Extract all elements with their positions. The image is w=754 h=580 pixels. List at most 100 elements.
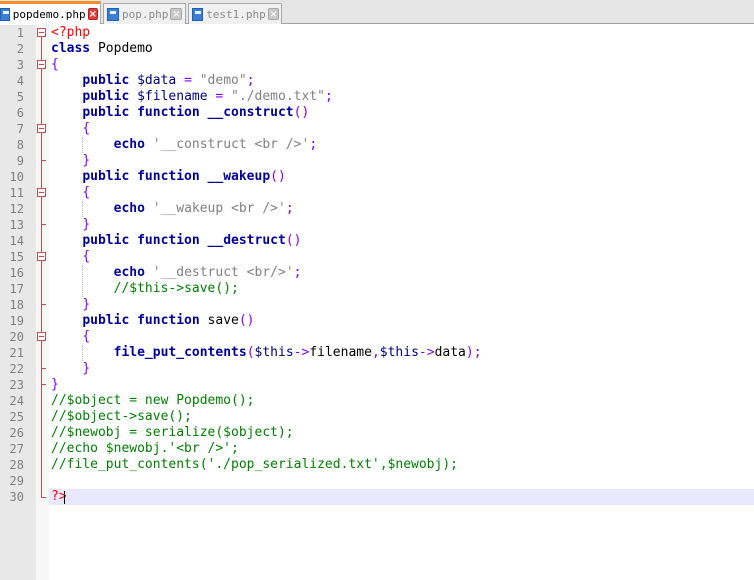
code-line: { <box>51 185 90 201</box>
code-line: { <box>51 249 90 265</box>
code-line: echo '__wakeup <br />'; <box>51 201 294 217</box>
code-line: //$object = new Popdemo(); <box>51 393 255 409</box>
variable: $data <box>129 73 177 88</box>
code-line: <?php <box>51 25 90 41</box>
code-line: //echo $newobj.'<br />'; <box>51 441 239 457</box>
tab-test1-php[interactable]: test1.php × <box>188 3 282 24</box>
operator: () <box>238 313 255 328</box>
tab-popdemo-php[interactable]: popdemo.php × <box>0 1 101 24</box>
fold-toggle-icon[interactable] <box>37 188 46 197</box>
function-name: __destruct <box>199 233 286 248</box>
code-line: class Popdemo <box>51 41 153 57</box>
line-number: 13 <box>9 218 24 232</box>
line-number: 20 <box>9 330 24 344</box>
operator: ; <box>309 137 318 152</box>
line-number: 19 <box>9 314 24 328</box>
line-number: 16 <box>9 266 24 280</box>
fold-end-tick <box>41 384 46 385</box>
function-name: save <box>199 313 239 328</box>
comment: //$object = new Popdemo(); <box>51 393 255 408</box>
operator: = <box>176 73 200 88</box>
property: filename <box>309 345 372 360</box>
function-call: file_put_contents <box>113 345 247 360</box>
line-number: 9 <box>16 154 24 168</box>
keyword: public function <box>82 313 200 328</box>
operator: ; <box>246 73 255 88</box>
code-line: { <box>51 121 90 137</box>
operator: -> <box>418 345 435 360</box>
php-open-tag: <?php <box>51 25 91 40</box>
operator: = <box>207 89 232 104</box>
comment: //echo $newobj.'<br />'; <box>51 441 239 456</box>
function-name: __wakeup <box>199 169 271 184</box>
line-number: 2 <box>16 42 24 56</box>
tab-bar: popdemo.php × pop.php × test1.php × <box>0 0 754 24</box>
comment: //file_put_contents('./pop_serialized.tx… <box>51 457 458 472</box>
line-number: 22 <box>9 362 24 376</box>
fold-toggle-icon[interactable] <box>37 124 46 133</box>
fold-end-tick <box>41 304 46 305</box>
class-name: Popdemo <box>90 41 153 56</box>
keyword: public function <box>82 169 200 184</box>
comment: //$object->save(); <box>51 409 192 424</box>
current-line-highlight <box>49 489 754 505</box>
code-line: echo '__destruct <br/>'; <box>51 265 302 281</box>
file-icon <box>192 7 204 21</box>
code-line: public function save() <box>51 313 255 329</box>
brace: { <box>51 57 59 72</box>
operator: ; <box>285 201 294 216</box>
line-number: 3 <box>16 58 24 72</box>
fold-toggle-icon[interactable] <box>37 60 46 69</box>
line-number: 10 <box>9 170 24 184</box>
code-line: public $data = "demo"; <box>51 73 255 89</box>
code-line: file_put_contents($this->filename,$this-… <box>51 345 482 361</box>
code-line: { <box>51 329 90 345</box>
fold-toggle-icon[interactable] <box>37 252 46 261</box>
brace: { <box>82 121 91 136</box>
variable: $this <box>254 345 294 360</box>
line-number: 15 <box>9 250 24 264</box>
tab-label: pop.php <box>122 7 169 21</box>
line-number: 26 <box>9 426 24 440</box>
line-number: 30 <box>9 490 24 504</box>
line-number: 8 <box>16 138 24 152</box>
line-number: 29 <box>9 474 24 488</box>
fold-line <box>41 37 42 497</box>
fold-toggle-icon[interactable] <box>37 28 46 37</box>
fold-end-tick <box>41 497 46 498</box>
line-number: 17 <box>9 282 24 296</box>
line-number: 11 <box>9 186 24 200</box>
brace: { <box>82 249 91 264</box>
line-number: 24 <box>9 394 24 408</box>
keyword: public function <box>82 105 200 120</box>
variable: $filename <box>129 89 208 104</box>
close-icon[interactable]: × <box>267 8 279 20</box>
string: '__wakeup <br />' <box>144 201 286 216</box>
code-line: } <box>51 361 90 377</box>
line-number: 28 <box>9 458 24 472</box>
code-line: //$newobj = serialize($object); <box>51 425 294 441</box>
code-line: echo '__construct <br />'; <box>51 137 318 153</box>
brace: } <box>82 217 91 232</box>
operator: ( <box>246 345 255 360</box>
code-line: } <box>51 377 59 393</box>
code-line: { <box>51 57 59 73</box>
keyword: public <box>82 73 130 88</box>
operator: () <box>270 169 286 184</box>
file-icon <box>107 7 119 21</box>
brace: { <box>82 185 91 200</box>
fold-toggle-icon[interactable] <box>37 332 46 341</box>
close-icon[interactable]: × <box>170 8 183 20</box>
line-number: 5 <box>16 90 24 104</box>
tab-pop-php[interactable]: pop.php × <box>103 3 186 24</box>
operator: ; <box>324 89 333 104</box>
operator: -> <box>293 345 310 360</box>
keyword: public <box>82 89 130 104</box>
brace: { <box>82 329 91 344</box>
brace: } <box>82 297 91 312</box>
close-icon[interactable]: × <box>87 8 98 20</box>
line-number: 23 <box>9 378 24 392</box>
property: data <box>434 345 466 360</box>
line-number: 12 <box>9 202 24 216</box>
comment: //$newobj = serialize($object); <box>51 425 294 440</box>
